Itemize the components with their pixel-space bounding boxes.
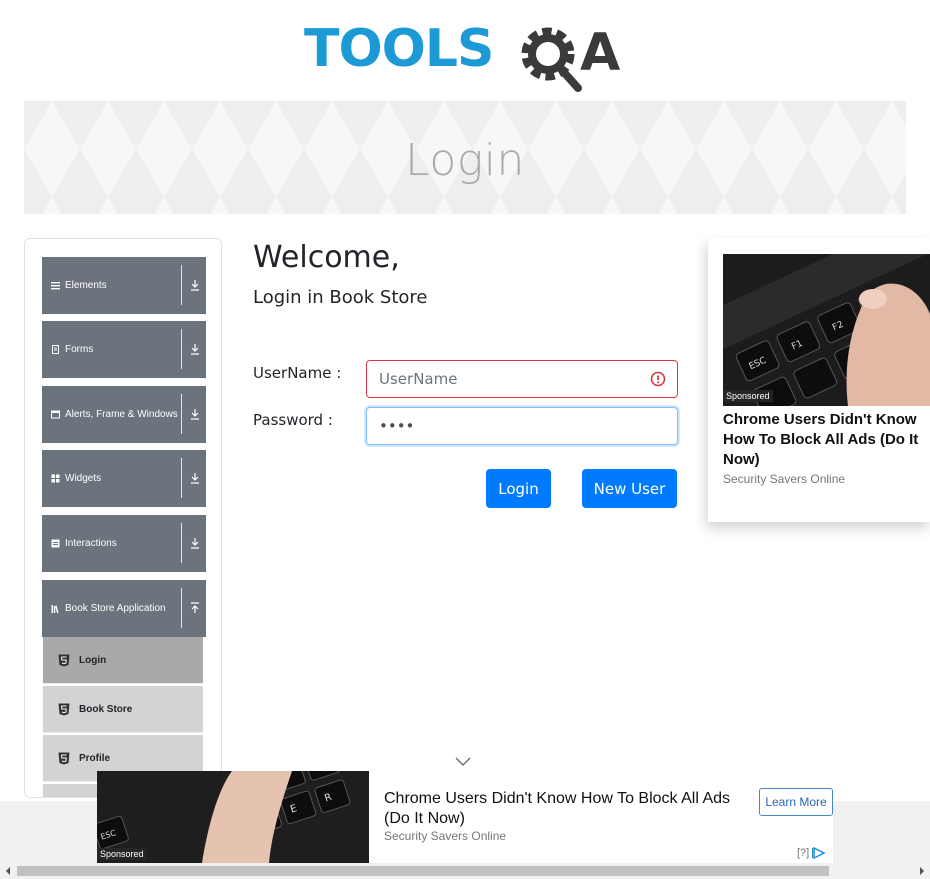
download-arrow-icon [191,344,199,355]
sidebar-group-label: Widgets [65,473,102,484]
sidebar-item-login[interactable]: Login [43,637,203,684]
sidebar-group-alerts-frame-windows[interactable]: Alerts, Frame & Windows [42,386,206,443]
page-title: Login [405,135,525,186]
password-label: Password : [253,411,333,429]
download-arrow-icon [191,473,199,484]
download-arrow-icon [191,409,199,420]
error-icon [650,371,666,387]
interaction-icon [51,539,60,548]
ad-source[interactable]: Security Savers Online [723,472,845,486]
logo-text-qa: A [580,23,620,83]
divider [181,329,182,369]
new-user-button[interactable]: New User [582,469,677,508]
chevron-down-icon[interactable] [455,757,471,767]
learn-more-button[interactable]: Learn More [759,788,833,816]
html5-icon [58,654,70,666]
sidebar-group-widgets[interactable]: Widgets [42,450,206,507]
login-button[interactable]: Login [486,469,551,508]
sidebar-group-label: Interactions [65,538,117,549]
welcome-heading: Welcome, [253,240,400,275]
divider [181,265,182,305]
html5-icon [58,703,70,715]
upload-arrow-icon [191,602,199,613]
logo-text-tools: TOOLS [304,19,493,79]
username-label: UserName : [253,364,342,382]
divider [181,458,182,498]
login-subtitle: Login in Book Store [253,287,428,308]
ad-source[interactable]: Security Savers Online [384,829,506,843]
window-icon [51,410,60,419]
sidebar-group-book-store-application[interactable]: Book Store Application [42,580,206,637]
adchoices[interactable]: [?] [797,847,826,859]
sidebar-group-label: Alerts, Frame & Windows [65,409,178,420]
sidebar-item-label: Profile [79,752,111,764]
sidebar-group-label: Book Store Application [65,603,166,614]
sidebar-group-label: Elements [65,280,107,291]
divider [181,588,182,628]
sidebar-group-interactions[interactable]: Interactions [42,515,206,572]
adchoices-help[interactable]: [?] [797,847,809,859]
horizontal-scrollbar[interactable] [0,863,930,879]
username-input[interactable] [366,360,678,398]
sidebar-group-forms[interactable]: Forms [42,321,206,378]
password-input[interactable] [366,407,678,445]
sidebar-group-elements[interactable]: Elements [42,257,206,314]
sponsored-badge: Sponsored [97,848,147,860]
ad-title[interactable]: Chrome Users Didn't Know How To Block Al… [384,789,744,829]
ad-title[interactable]: Chrome Users Didn't Know How To Block Al… [723,410,930,470]
sidebar-item-book-store[interactable]: Book Store [43,686,203,733]
html5-icon [58,752,70,764]
keyboard-ad-image[interactable]: ESC F1 F2 [723,254,930,406]
sponsored-badge: Sponsored [723,390,773,402]
divider [181,523,182,563]
divider [181,394,182,434]
sidebar-item-label: Login [79,654,107,666]
toolsqa-logo[interactable]: TOOLS A [304,14,630,92]
grid-icon [51,474,60,483]
library-icon [51,604,60,613]
gear-magnifier-icon [521,27,582,92]
list-icon [51,281,60,290]
bottom-ad[interactable]: ESC E R Sponsored Chrome Users Didn't Kn… [97,771,833,863]
sidebar-group-label: Forms [65,344,94,355]
page-banner: Login [24,101,906,214]
scrollbar-thumb[interactable] [17,866,829,876]
sidebar: Elements Forms Alerts, Frame & Windows W… [24,238,222,798]
download-arrow-icon [191,538,199,549]
file-icon [51,345,60,354]
right-ad[interactable]: ESC F1 F2 Sponsored Chrome Users Didn't … [708,238,930,522]
download-arrow-icon [191,280,199,291]
scroll-right-icon[interactable] [918,867,926,875]
scroll-left-icon[interactable] [4,867,12,875]
sidebar-item-label: Book Store [79,703,133,715]
adchoices-icon[interactable] [812,847,826,859]
